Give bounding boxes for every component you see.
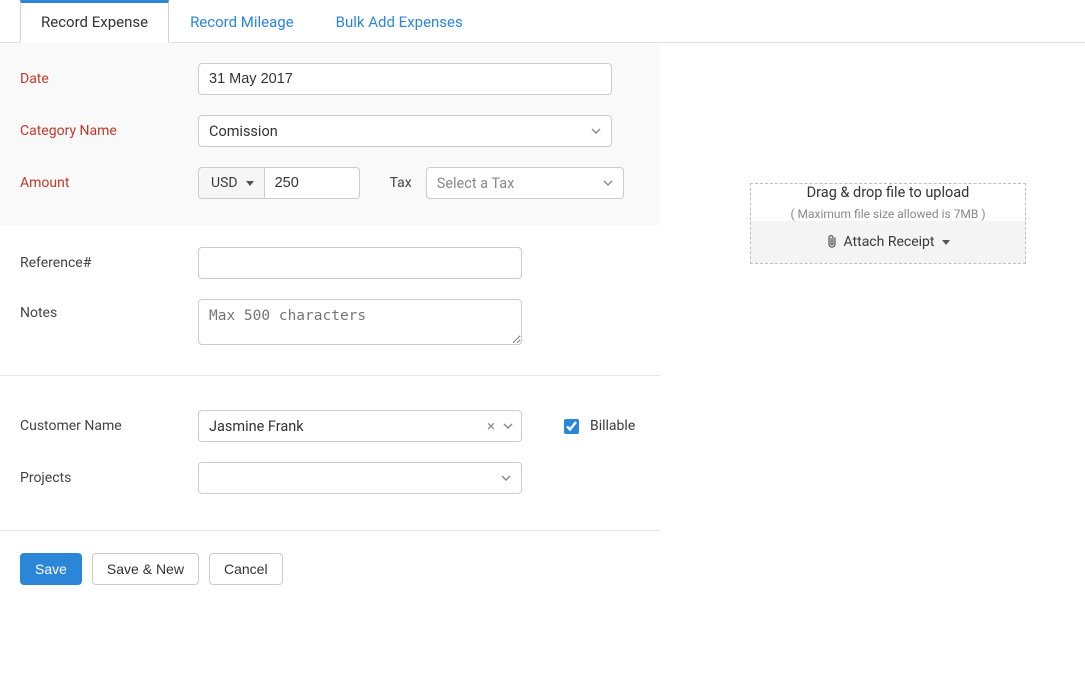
- dropzone-title: Drag & drop file to upload: [807, 184, 970, 201]
- chevron-down-icon: [591, 126, 601, 136]
- chevron-down-icon: [603, 178, 613, 188]
- label-notes: Notes: [20, 299, 198, 321]
- label-billable: Billable: [590, 418, 635, 434]
- receipt-dropzone[interactable]: Drag & drop file to upload ( Maximum fil…: [750, 183, 1026, 264]
- save-and-new-button[interactable]: Save & New: [92, 553, 199, 585]
- tax-select-placeholder: Select a Tax: [437, 175, 515, 192]
- attach-receipt-label: Attach Receipt: [844, 234, 935, 250]
- label-projects: Projects: [20, 470, 198, 486]
- label-customer: Customer Name: [20, 418, 198, 434]
- chevron-down-icon: [501, 473, 511, 483]
- label-date: Date: [20, 71, 198, 87]
- clear-icon[interactable]: ×: [483, 417, 499, 435]
- category-select-value: Comission: [209, 123, 278, 140]
- label-category: Category Name: [20, 123, 198, 139]
- tab-record-mileage[interactable]: Record Mileage: [169, 0, 315, 43]
- category-select[interactable]: Comission: [198, 115, 612, 147]
- dropzone-subtitle: ( Maximum file size allowed is 7MB ): [790, 207, 985, 221]
- amount-input[interactable]: [264, 167, 360, 199]
- tabs: Record Expense Record Mileage Bulk Add E…: [0, 0, 1085, 43]
- date-input[interactable]: [198, 63, 612, 95]
- attach-receipt-button[interactable]: Attach Receipt: [751, 221, 1025, 263]
- currency-select[interactable]: USD: [198, 167, 264, 199]
- billable-checkbox[interactable]: [564, 419, 579, 434]
- tab-record-expense[interactable]: Record Expense: [20, 0, 169, 43]
- label-reference: Reference#: [20, 255, 198, 271]
- reference-input[interactable]: [198, 247, 522, 279]
- label-tax: Tax: [390, 175, 412, 191]
- caret-down-icon: [246, 181, 254, 186]
- cancel-button[interactable]: Cancel: [209, 553, 283, 585]
- paperclip-icon: [826, 235, 838, 249]
- tax-select[interactable]: Select a Tax: [426, 167, 624, 199]
- save-button[interactable]: Save: [20, 553, 82, 585]
- tab-bulk-add-expenses[interactable]: Bulk Add Expenses: [315, 0, 484, 43]
- customer-select[interactable]: Jasmine Frank ×: [198, 410, 522, 442]
- notes-input[interactable]: [198, 299, 522, 345]
- chevron-down-icon: [503, 421, 513, 431]
- projects-select[interactable]: [198, 462, 522, 494]
- currency-value: USD: [211, 175, 238, 191]
- dropzone-body[interactable]: Drag & drop file to upload ( Maximum fil…: [751, 184, 1025, 221]
- label-amount: Amount: [20, 175, 198, 191]
- customer-value: Jasmine Frank: [209, 418, 304, 435]
- caret-down-icon: [942, 240, 950, 245]
